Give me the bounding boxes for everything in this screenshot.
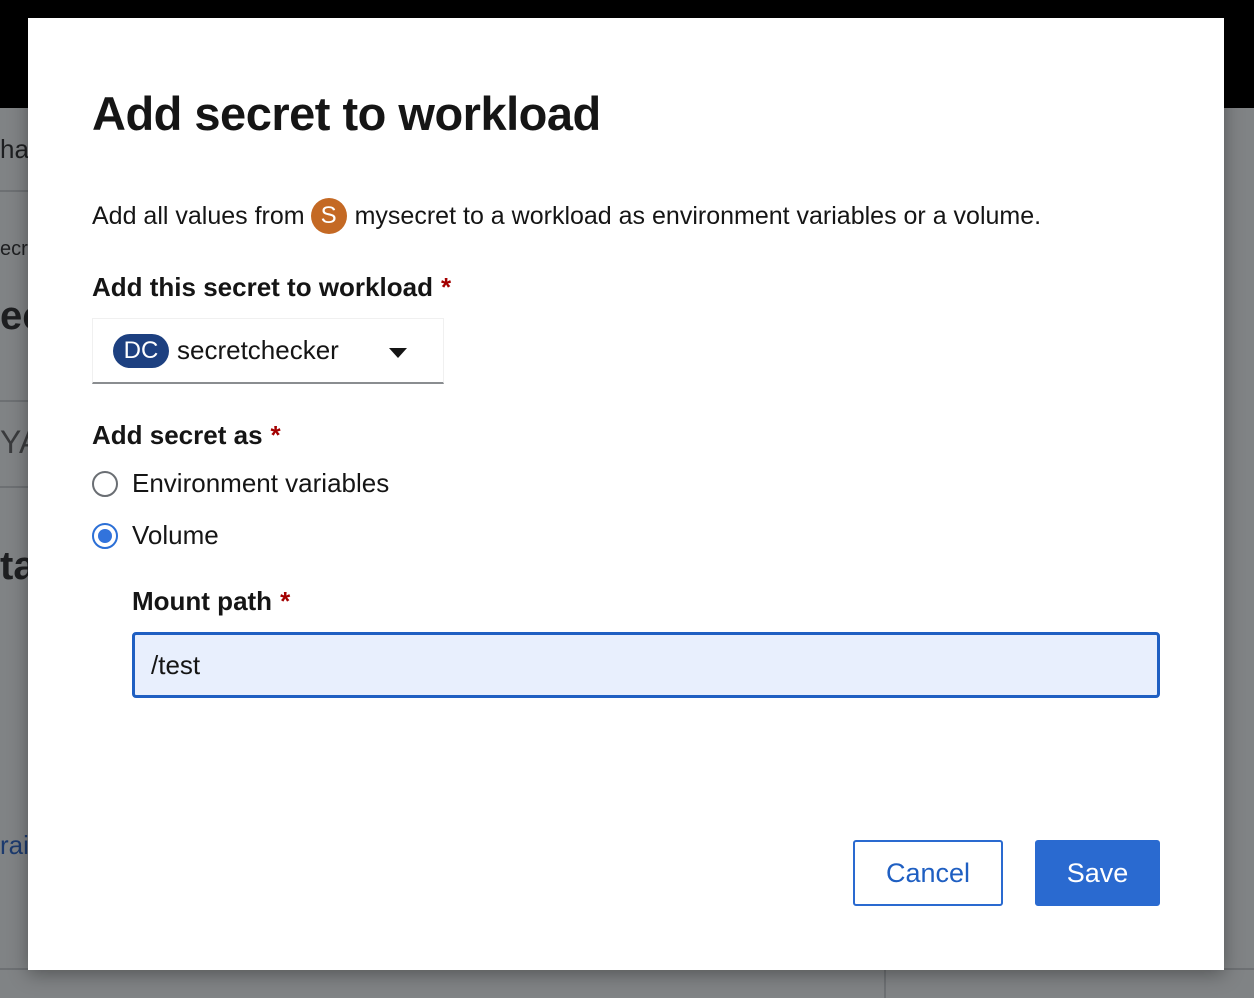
description-prefix: Add all values from: [92, 201, 305, 230]
background-link: rai: [0, 830, 28, 860]
radio-label: Volume: [132, 520, 219, 550]
background-text: ecr: [0, 238, 28, 260]
workload-selected-value: secretchecker: [177, 335, 339, 365]
radio-button[interactable]: [92, 522, 118, 549]
background-divider: [0, 190, 28, 192]
cancel-button[interactable]: Cancel: [853, 840, 1003, 906]
required-indicator: *: [280, 586, 291, 616]
radio-label: Environment variables: [132, 468, 390, 498]
mount-path-label-text: Mount path: [132, 586, 273, 616]
background-divider: [0, 400, 28, 402]
radio-volume[interactable]: Volume: [92, 520, 219, 551]
background-text: ec: [0, 294, 28, 338]
modal-title: Add secret to workload: [92, 87, 601, 140]
mount-path-label: Mount path *: [132, 586, 290, 617]
background-divider: [884, 970, 886, 998]
workload-field-label: Add this secret to workload *: [92, 272, 451, 303]
required-indicator: *: [440, 272, 452, 302]
add-as-label-text: Add secret as: [92, 420, 263, 450]
add-as-field-label: Add secret as *: [92, 420, 281, 451]
add-secret-modal: Add secret to workload Add all values fr…: [28, 18, 1224, 970]
radio-environment-variables[interactable]: Environment variables: [92, 468, 389, 499]
deployment-config-badge: DC: [113, 333, 169, 368]
required-indicator: *: [270, 420, 281, 450]
secret-resource-badge: S: [310, 198, 347, 234]
save-button[interactable]: Save: [1035, 840, 1160, 906]
background-text: ta: [0, 544, 28, 588]
background-text: ha: [0, 134, 28, 164]
background-divider: [0, 486, 28, 488]
workload-select[interactable]: DC secretchecker: [92, 318, 444, 384]
description-suffix: to a workload as environment variables o…: [463, 201, 1042, 230]
modal-description: Add all values from S mysecret to a work…: [92, 198, 1041, 234]
radio-button[interactable]: [92, 470, 118, 497]
background-text: YA: [0, 424, 28, 460]
secret-name: mysecret: [354, 201, 457, 230]
mount-path-input[interactable]: [132, 632, 1160, 698]
caret-down-icon: [389, 348, 407, 358]
workload-label-text: Add this secret to workload: [92, 272, 433, 302]
